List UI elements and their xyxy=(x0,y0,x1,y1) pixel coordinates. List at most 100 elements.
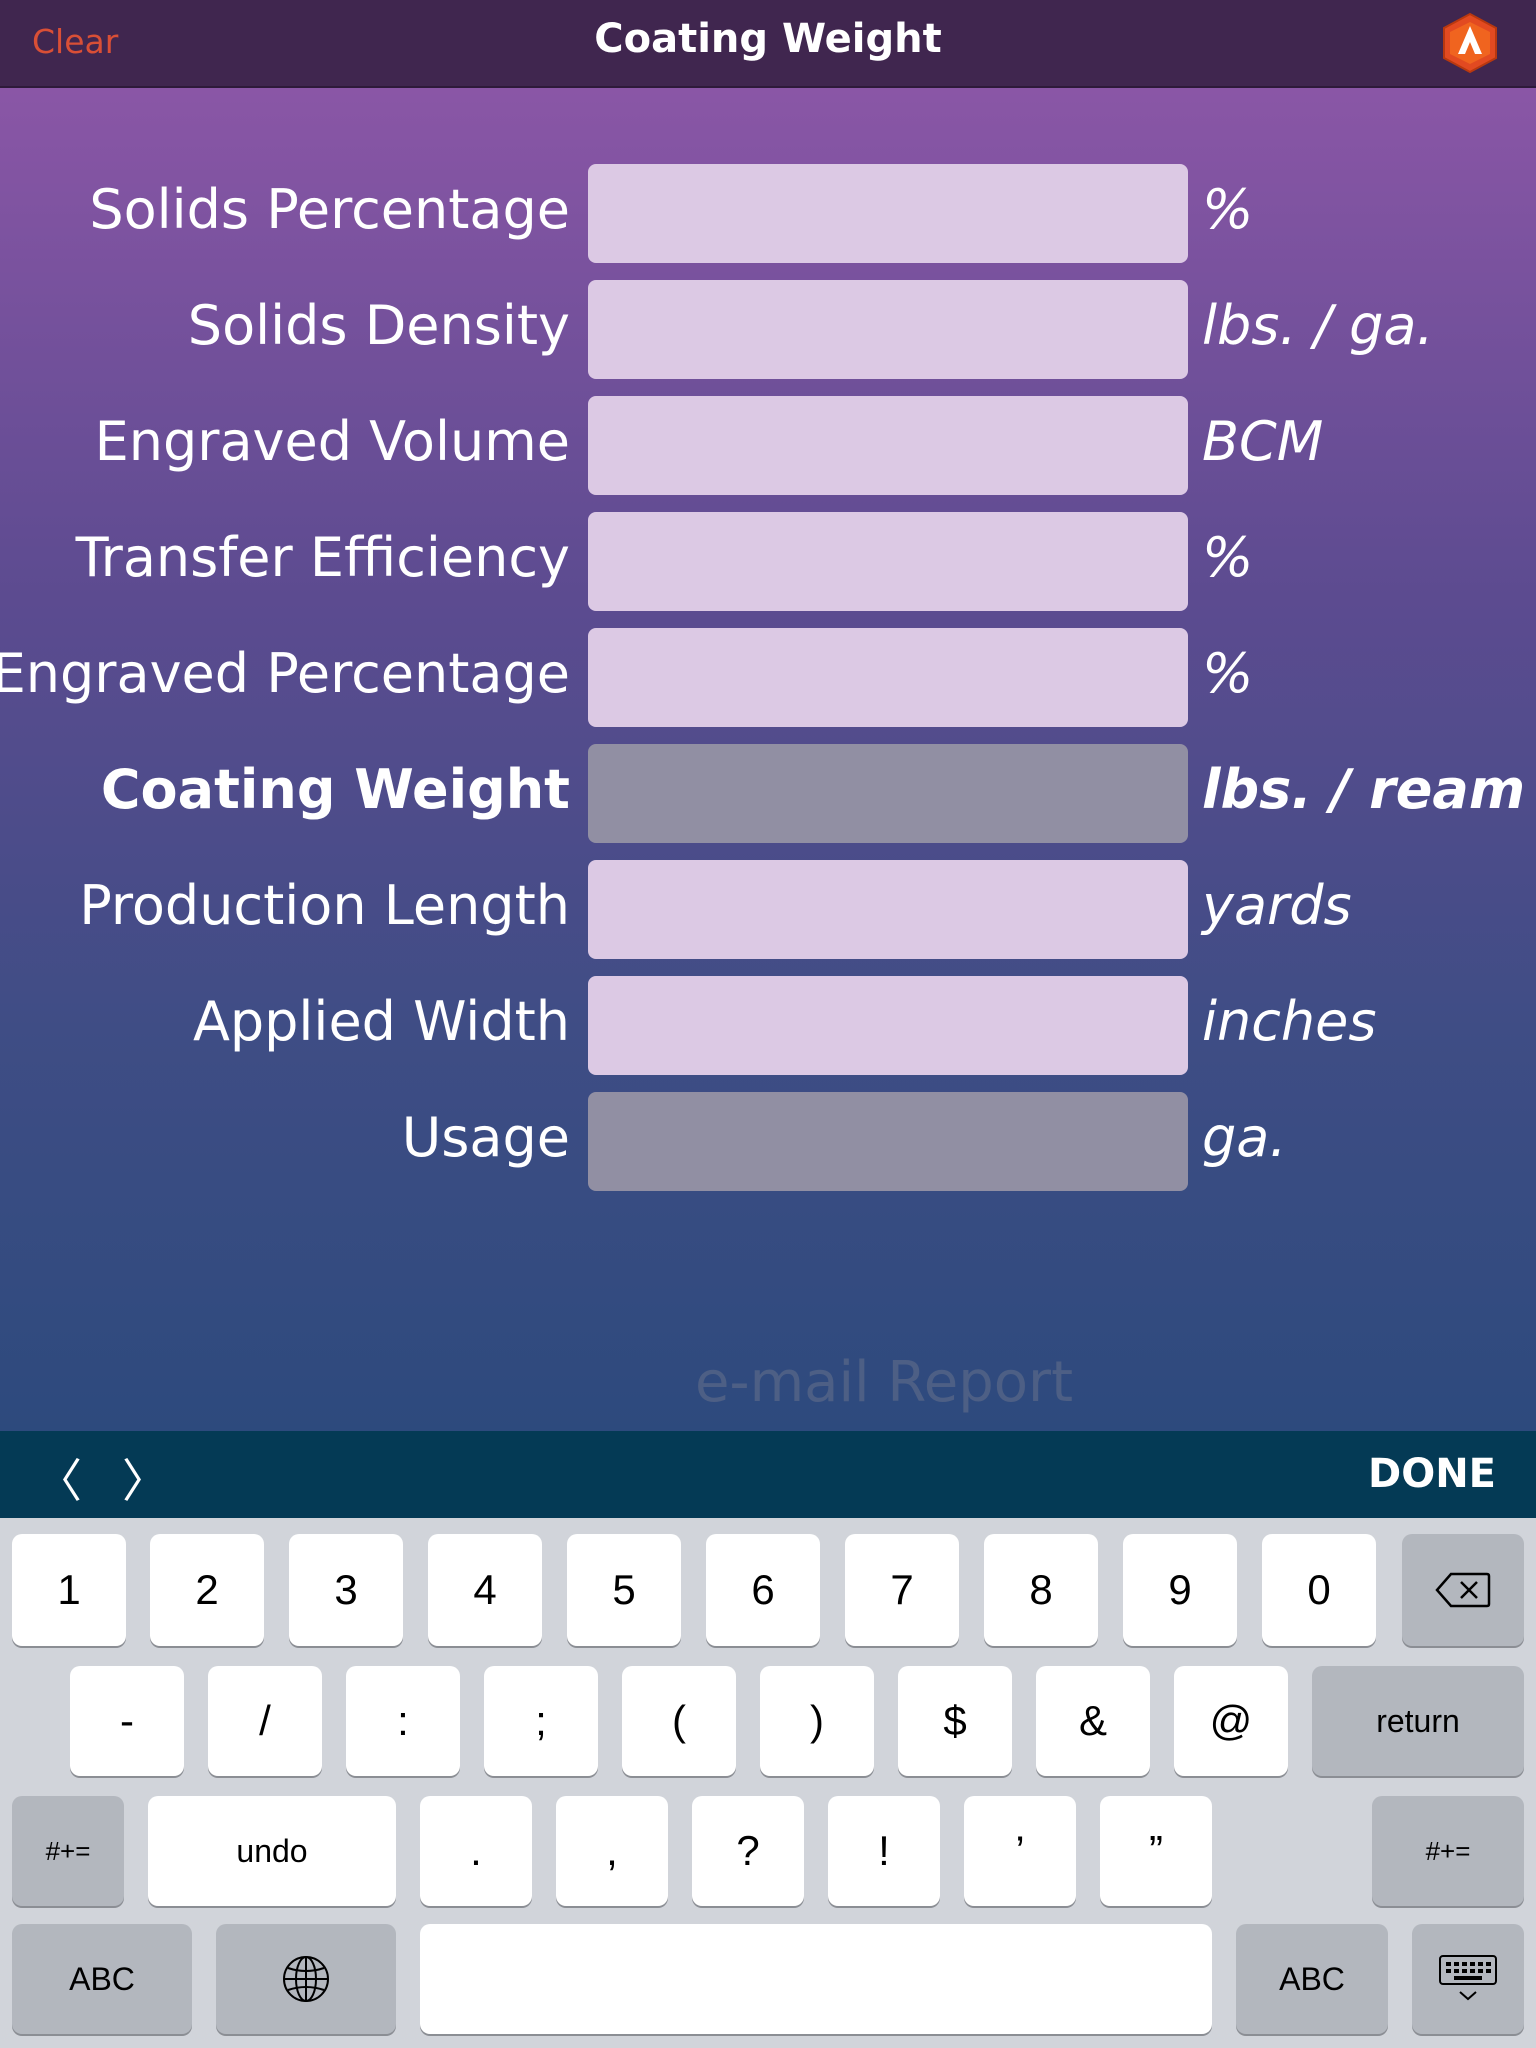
key-1[interactable]: 1 xyxy=(12,1534,126,1646)
key-slash[interactable]: / xyxy=(208,1666,322,1776)
backspace-icon xyxy=(1435,1572,1491,1608)
unit-label: BCM xyxy=(1202,410,1324,473)
form-row-production-length: Production Length yards xyxy=(0,860,1536,960)
key-apostrophe[interactable]: ’ xyxy=(964,1796,1076,1906)
key-2[interactable]: 2 xyxy=(150,1534,264,1646)
key-label: @ xyxy=(1209,1697,1253,1744)
unit-label: lbs. / ream xyxy=(1202,758,1526,821)
key-close-paren[interactable]: ) xyxy=(760,1666,874,1776)
key-period[interactable]: . xyxy=(420,1796,532,1906)
abc-key-left[interactable]: ABC xyxy=(12,1924,192,2034)
email-report-button[interactable]: e-mail Report xyxy=(0,1350,1536,1415)
return-key[interactable]: return xyxy=(1312,1666,1524,1776)
key-at[interactable]: @ xyxy=(1174,1666,1288,1776)
field-label: Coating Weight xyxy=(100,758,570,821)
key-label: & xyxy=(1078,1697,1107,1744)
key-label: 8 xyxy=(1029,1566,1053,1613)
key-label: 5 xyxy=(612,1566,636,1613)
keyboard-accessory-bar: 〈 〉 DONE xyxy=(0,1431,1536,1518)
key-label: 9 xyxy=(1168,1566,1192,1613)
unit-label: lbs. / ga. xyxy=(1202,294,1434,357)
key-label: undo xyxy=(236,1832,308,1869)
key-label: , xyxy=(606,1827,618,1874)
key-label: ; xyxy=(535,1697,547,1744)
backspace-key[interactable] xyxy=(1402,1534,1524,1646)
key-label: 4 xyxy=(473,1566,497,1613)
field-label: Transfer Efficiency xyxy=(75,526,570,589)
page-title: Coating Weight xyxy=(594,16,942,62)
key-4[interactable]: 4 xyxy=(428,1534,542,1646)
key-open-paren[interactable]: ( xyxy=(622,1666,736,1776)
key-8[interactable]: 8 xyxy=(984,1534,1098,1646)
next-field-button[interactable]: 〉 xyxy=(122,1445,168,1511)
abc-key-right[interactable]: ABC xyxy=(1236,1924,1388,2034)
key-7[interactable]: 7 xyxy=(845,1534,959,1646)
key-6[interactable]: 6 xyxy=(706,1534,820,1646)
undo-key[interactable]: undo xyxy=(148,1796,396,1906)
key-comma[interactable]: , xyxy=(556,1796,668,1906)
previous-field-button[interactable]: 〈 xyxy=(36,1445,82,1511)
engraved-volume-input[interactable] xyxy=(588,396,1188,495)
key-label: $ xyxy=(943,1697,967,1744)
form-row-engraved-percentage: Engraved Percentage % xyxy=(0,628,1536,728)
key-semicolon[interactable]: ; xyxy=(484,1666,598,1776)
symbols-key-right[interactable]: #+= xyxy=(1372,1796,1524,1906)
symbols-key-left[interactable]: #+= xyxy=(12,1796,124,1906)
applied-width-input[interactable] xyxy=(588,976,1188,1075)
key-label: - xyxy=(120,1697,134,1744)
form-row-usage: Usage ga. xyxy=(0,1092,1536,1192)
key-label: ! xyxy=(878,1827,890,1874)
key-0[interactable]: 0 xyxy=(1262,1534,1376,1646)
key-label: ABC xyxy=(69,1960,135,1997)
key-question[interactable]: ? xyxy=(692,1796,804,1906)
form-row-transfer-efficiency: Transfer Efficiency % xyxy=(0,512,1536,612)
key-label: : xyxy=(397,1697,409,1744)
key-ampersand[interactable]: & xyxy=(1036,1666,1150,1776)
key-label: ABC xyxy=(1279,1960,1345,1997)
coating-weight-output[interactable] xyxy=(588,744,1188,843)
keyboard-dismiss-icon xyxy=(1439,1955,1497,2001)
form-row-solids-density: Solids Density lbs. / ga. xyxy=(0,280,1536,380)
globe-icon xyxy=(283,1956,329,2002)
unit-label: % xyxy=(1202,642,1254,705)
dismiss-keyboard-key[interactable] xyxy=(1412,1924,1524,2034)
unit-label: % xyxy=(1202,178,1254,241)
key-label: 0 xyxy=(1307,1566,1331,1613)
key-3[interactable]: 3 xyxy=(289,1534,403,1646)
form-row-solids-percentage: Solids Percentage % xyxy=(0,164,1536,264)
unit-label: ga. xyxy=(1202,1106,1287,1169)
key-label: ( xyxy=(672,1697,686,1744)
globe-key[interactable] xyxy=(216,1924,396,2034)
key-label: 6 xyxy=(751,1566,775,1613)
usage-output[interactable] xyxy=(588,1092,1188,1191)
done-button[interactable]: DONE xyxy=(1368,1451,1496,1497)
key-exclamation[interactable]: ! xyxy=(828,1796,940,1906)
key-9[interactable]: 9 xyxy=(1123,1534,1237,1646)
field-label: Solids Density xyxy=(187,294,570,357)
unit-label: % xyxy=(1202,526,1254,589)
unit-label: inches xyxy=(1202,990,1377,1053)
key-label: 7 xyxy=(890,1566,914,1613)
transfer-efficiency-input[interactable] xyxy=(588,512,1188,611)
app-logo-icon[interactable] xyxy=(1440,12,1500,74)
key-5[interactable]: 5 xyxy=(567,1534,681,1646)
onscreen-keyboard: 1 2 3 4 5 6 7 8 9 0 - / : ; ( ) $ & @ re… xyxy=(0,1518,1536,2048)
key-label: / xyxy=(259,1697,271,1744)
key-label: ” xyxy=(1149,1827,1163,1874)
form-row-engraved-volume: Engraved Volume BCM xyxy=(0,396,1536,496)
key-quote[interactable]: ” xyxy=(1100,1796,1212,1906)
key-label: 2 xyxy=(195,1566,219,1613)
key-hyphen[interactable]: - xyxy=(70,1666,184,1776)
navigation-bar: Clear Coating Weight xyxy=(0,0,1536,88)
solids-density-input[interactable] xyxy=(588,280,1188,379)
production-length-input[interactable] xyxy=(588,860,1188,959)
key-label: #+= xyxy=(45,1835,91,1866)
key-label: 3 xyxy=(334,1566,358,1613)
field-label: Applied Width xyxy=(192,990,570,1053)
solids-percentage-input[interactable] xyxy=(588,164,1188,263)
form-row-coating-weight: Coating Weight lbs. / ream xyxy=(0,744,1536,844)
engraved-percentage-input[interactable] xyxy=(588,628,1188,727)
space-key[interactable] xyxy=(420,1924,1212,2034)
key-dollar[interactable]: $ xyxy=(898,1666,1012,1776)
key-colon[interactable]: : xyxy=(346,1666,460,1776)
